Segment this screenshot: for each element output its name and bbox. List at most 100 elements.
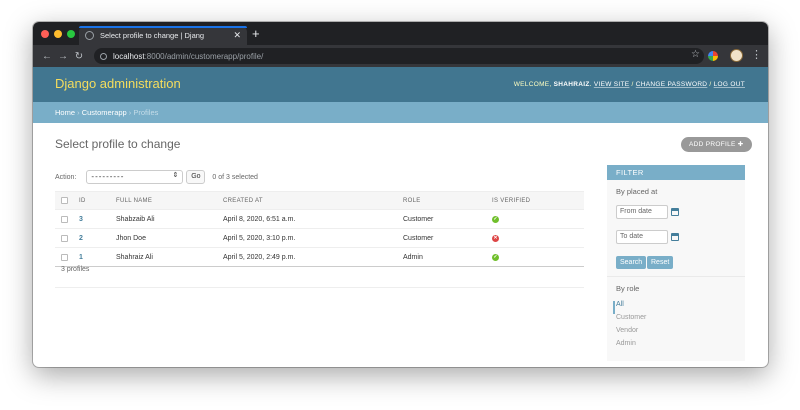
breadcrumb: Home › Customerapp › Profiles: [33, 102, 768, 123]
select-arrows-icon: ⇕: [172, 172, 179, 179]
browser-window: Select profile to change | Djang ✕ + ← →…: [33, 22, 768, 367]
created-at-cell: April 5, 2020, 3:10 p.m.: [223, 228, 403, 248]
maximize-window-button[interactable]: [67, 30, 75, 38]
id-cell: 1: [79, 247, 116, 267]
verified-cell: ✓: [492, 209, 584, 229]
bookmark-star-icon[interactable]: ☆: [691, 49, 700, 60]
user-tools: WELCOME, SHAHRAIZ. VIEW SITE / CHANGE PA…: [514, 81, 745, 88]
breadcrumb-sep: ›: [75, 108, 82, 117]
profile-id-link[interactable]: 3: [79, 216, 83, 223]
verified-cell: ✓: [492, 247, 584, 267]
id-cell: 3: [79, 209, 116, 229]
column-header-created-at[interactable]: CREATED AT: [223, 191, 403, 210]
view-site-link[interactable]: VIEW SITE: [594, 81, 630, 88]
breadcrumb-current: Profiles: [133, 108, 159, 117]
profile-id-link[interactable]: 1: [79, 254, 83, 261]
role-cell: Customer: [403, 209, 492, 229]
forward-button[interactable]: →: [55, 51, 71, 62]
browser-menu-icon[interactable]: ⋮: [751, 48, 762, 61]
extension-icon[interactable]: [708, 51, 718, 61]
calendar-icon[interactable]: [671, 208, 679, 216]
actions-bar: Action: --------- ⇕ Go 0 of 3 selected: [55, 168, 585, 186]
browser-tab[interactable]: Select profile to change | Djang ✕: [79, 26, 247, 45]
page-title: Select profile to change: [55, 137, 181, 151]
created-at-cell: April 8, 2020, 6:51 a.m.: [223, 209, 403, 229]
select-all-checkbox[interactable]: [61, 197, 68, 204]
column-header-full-name[interactable]: FULL NAME: [116, 191, 223, 210]
calendar-icon[interactable]: [671, 233, 679, 241]
paginator: 3 profiles: [55, 266, 584, 288]
results-table: ID FULL NAME CREATED AT ROLE IS VERIFIED…: [55, 191, 584, 267]
filter-search-button[interactable]: Search: [616, 256, 647, 269]
to-date-row: To date: [616, 230, 679, 244]
action-select-value: ---------: [91, 172, 125, 181]
table-row: 2 Jhon Doe April 5, 2020, 3:10 p.m. Cust…: [55, 228, 584, 248]
logout-link[interactable]: LOG OUT: [714, 81, 745, 88]
verified-yes-icon: ✓: [492, 254, 499, 261]
filter-date-heading: By placed at: [616, 187, 658, 196]
filter-divider: [607, 276, 745, 277]
role-filter-all[interactable]: All: [613, 301, 646, 314]
minimize-window-button[interactable]: [54, 30, 62, 38]
full-name-cell: Shabzaib Ali: [116, 209, 223, 229]
filter-sidebar: FILTER By placed at From date To date Se…: [607, 165, 745, 361]
welcome-text: WELCOME,: [513, 81, 554, 88]
breadcrumb-app[interactable]: Customerapp: [82, 108, 127, 117]
filter-role-heading: By role: [616, 284, 640, 293]
from-date-input[interactable]: From date: [616, 205, 668, 219]
column-header-is-verified[interactable]: IS VERIFIED: [492, 191, 584, 210]
site-branding[interactable]: Django administration: [55, 76, 181, 91]
add-profile-button[interactable]: ADD PROFILE ✚: [681, 137, 752, 152]
verified-yes-icon: ✓: [492, 216, 499, 223]
action-select[interactable]: --------- ⇕: [86, 170, 184, 184]
filter-reset-button[interactable]: Reset: [647, 256, 674, 269]
change-password-link[interactable]: CHANGE PASSWORD: [636, 81, 708, 88]
full-name-cell: Jhon Doe: [116, 228, 223, 248]
row-select-cell: [55, 209, 79, 229]
row-checkbox[interactable]: [61, 215, 68, 223]
role-filter-vendor[interactable]: Vendor: [616, 327, 646, 340]
username: SHAHRAIZ: [553, 81, 590, 88]
table-row: 3 Shabzaib Ali April 8, 2020, 6:51 a.m. …: [55, 209, 584, 229]
from-date-row: From date: [616, 205, 679, 219]
selection-counter: 0 of 3 selected: [212, 173, 258, 181]
row-checkbox[interactable]: [61, 234, 68, 242]
role-filter-admin[interactable]: Admin: [616, 340, 646, 353]
tab-title: Select profile to change | Djang: [100, 31, 205, 40]
role-cell: Admin: [403, 247, 492, 267]
tab-close-icon[interactable]: ✕: [233, 30, 241, 41]
row-select-cell: [55, 247, 79, 267]
created-at-cell: April 5, 2020, 2:49 p.m.: [223, 247, 403, 267]
window-controls: [41, 30, 75, 38]
tab-accent: [79, 26, 247, 28]
url-host: localhost: [113, 51, 145, 61]
id-cell: 2: [79, 228, 116, 248]
row-checkbox[interactable]: [61, 253, 68, 261]
admin-header: Django administration WELCOME, SHAHRAIZ.…: [33, 67, 768, 102]
to-date-input[interactable]: To date: [616, 230, 668, 244]
table-row: 1 Shahraiz Ali April 5, 2020, 2:49 p.m. …: [55, 247, 584, 267]
breadcrumb-home[interactable]: Home: [55, 108, 75, 117]
column-header-role[interactable]: ROLE: [403, 191, 492, 210]
verified-cell: ✕: [492, 228, 584, 248]
profile-avatar[interactable]: [730, 49, 743, 62]
role-cell: Customer: [403, 228, 492, 248]
role-filter-customer[interactable]: Customer: [616, 314, 646, 327]
go-button[interactable]: Go: [186, 170, 206, 184]
row-select-cell: [55, 228, 79, 248]
url-path: :8000/admin/customerapp/profile/: [144, 51, 264, 61]
back-button[interactable]: ←: [39, 51, 55, 62]
browser-titlebar: Select profile to change | Djang ✕ +: [33, 22, 768, 45]
column-header-id[interactable]: ID: [79, 191, 116, 210]
globe-icon: [85, 31, 94, 40]
reload-button[interactable]: ↻: [71, 51, 87, 62]
verified-no-icon: ✕: [492, 235, 499, 242]
info-icon[interactable]: [100, 52, 107, 60]
action-label: Action:: [55, 173, 77, 181]
select-all-header: [55, 191, 79, 210]
new-tab-button[interactable]: +: [252, 27, 260, 41]
profile-id-link[interactable]: 2: [79, 235, 83, 242]
close-window-button[interactable]: [41, 30, 49, 38]
role-filter-list: All Customer Vendor Admin: [613, 301, 646, 353]
address-bar[interactable]: localhost :8000/admin/customerapp/profil…: [94, 48, 704, 64]
